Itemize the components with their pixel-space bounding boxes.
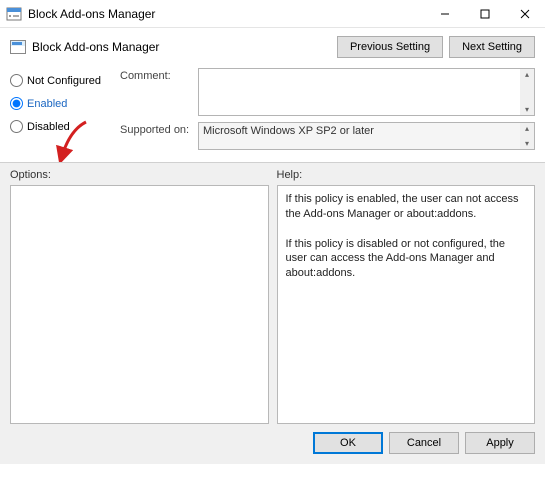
policy-title: Block Add-ons Manager — [32, 40, 337, 54]
radio-not-configured-input[interactable] — [10, 74, 23, 87]
apply-button[interactable]: Apply — [465, 432, 535, 454]
cancel-button[interactable]: Cancel — [389, 432, 459, 454]
radio-disabled-label: Disabled — [27, 121, 70, 133]
radio-not-configured-label: Not Configured — [27, 75, 101, 87]
window-controls — [425, 0, 545, 28]
comment-label: Comment: — [120, 68, 198, 82]
radio-disabled-input[interactable] — [10, 120, 23, 133]
comment-textarea[interactable]: ▴▾ — [198, 68, 535, 116]
window-title: Block Add-ons Manager — [28, 7, 425, 21]
help-paragraph-1: If this policy is enabled, the user can … — [286, 192, 527, 222]
app-icon — [6, 6, 22, 22]
supported-on-field: Microsoft Windows XP SP2 or later ▴▾ — [198, 122, 535, 150]
supported-scrollbar: ▴▾ — [520, 123, 534, 149]
options-panel — [10, 185, 269, 424]
next-setting-button[interactable]: Next Setting — [449, 36, 535, 58]
policy-icon — [10, 40, 26, 54]
ok-button[interactable]: OK — [313, 432, 383, 454]
supported-on-value: Microsoft Windows XP SP2 or later — [203, 125, 374, 137]
help-panel: If this policy is enabled, the user can … — [277, 185, 536, 424]
radio-not-configured[interactable]: Not Configured — [10, 74, 120, 87]
radio-enabled[interactable]: Enabled — [10, 97, 120, 110]
close-button[interactable] — [505, 0, 545, 28]
comment-scrollbar[interactable]: ▴▾ — [520, 69, 534, 115]
state-radio-group: Not Configured Enabled Disabled — [10, 68, 120, 156]
radio-enabled-label: Enabled — [27, 98, 67, 110]
options-label: Options: — [10, 169, 269, 185]
radio-disabled[interactable]: Disabled — [10, 120, 120, 133]
radio-enabled-input[interactable] — [10, 97, 23, 110]
titlebar: Block Add-ons Manager — [0, 0, 545, 28]
previous-setting-button[interactable]: Previous Setting — [337, 36, 443, 58]
help-label: Help: — [277, 169, 536, 185]
minimize-button[interactable] — [425, 0, 465, 28]
supported-on-label: Supported on: — [120, 122, 198, 136]
help-paragraph-2: If this policy is disabled or not config… — [286, 237, 527, 282]
maximize-button[interactable] — [465, 0, 505, 28]
